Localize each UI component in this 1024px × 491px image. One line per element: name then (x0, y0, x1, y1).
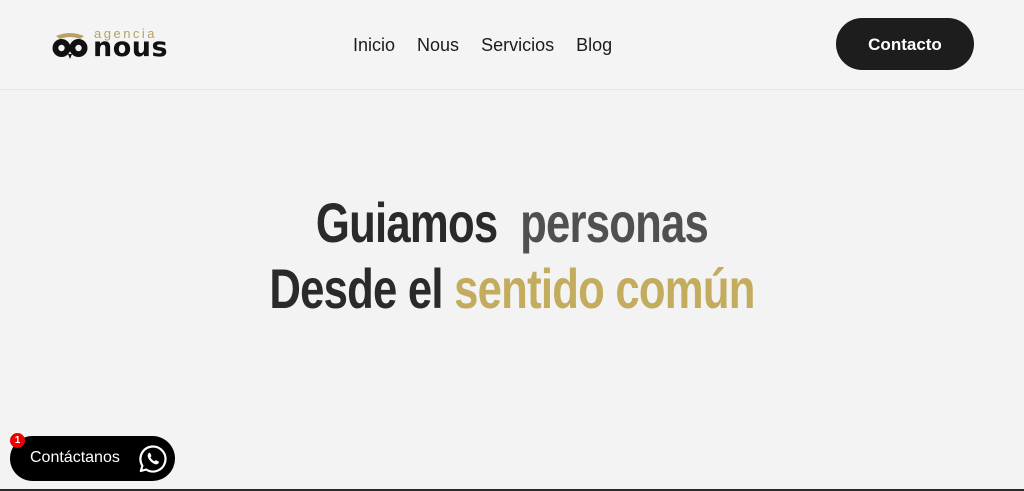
nav-item-inicio[interactable]: Inicio (353, 34, 395, 56)
owl-eyes-icon (52, 33, 88, 59)
nav-item-servicios[interactable]: Servicios (481, 34, 554, 56)
contact-button[interactable]: Contacto (836, 18, 974, 70)
whatsapp-contact-button[interactable]: Contáctanos (10, 436, 175, 481)
hero-word-guiamos: Guiamos (315, 191, 498, 254)
hero-line-1: Guiamos personas (113, 190, 912, 256)
hero-word-sentido-comun: sentido común (454, 257, 755, 320)
nav-item-blog[interactable]: Blog (576, 34, 612, 56)
hero-word-desde-el: Desde el (269, 257, 443, 320)
hero-heading: Guiamos personas Desde el sentido común (0, 190, 1024, 322)
site-header: agencia nous Inicio Nous Servicios Blog … (0, 0, 1024, 90)
main-nav: Inicio Nous Servicios Blog (353, 34, 612, 56)
logo-brand-text: nous (93, 32, 169, 63)
hero-word-personas: personas (520, 191, 709, 254)
page: agencia nous Inicio Nous Servicios Blog … (0, 0, 1024, 491)
notification-badge: 1 (10, 433, 25, 448)
nav-item-nous[interactable]: Nous (417, 34, 459, 56)
whatsapp-icon (139, 445, 167, 473)
hero-line-2: Desde el sentido común (113, 256, 912, 322)
whatsapp-contact-label: Contáctanos (30, 449, 120, 466)
site-logo[interactable]: agencia nous (52, 26, 170, 66)
